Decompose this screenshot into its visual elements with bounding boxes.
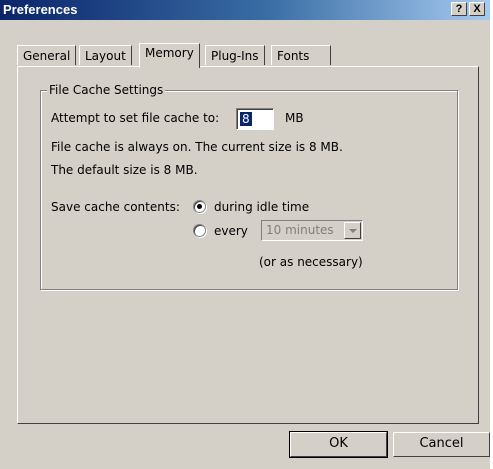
tab-memory[interactable]: Memory bbox=[139, 43, 200, 68]
help-button[interactable]: ? bbox=[451, 2, 467, 16]
window-title: Preferences bbox=[3, 2, 78, 17]
cancel-button[interactable]: Cancel bbox=[393, 432, 490, 457]
cache-info-line1: File cache is always on. The current siz… bbox=[51, 140, 343, 154]
chevron-down-icon bbox=[349, 229, 357, 233]
close-button[interactable]: X bbox=[469, 2, 485, 16]
tab-general[interactable]: General bbox=[17, 45, 77, 65]
dropdown-button[interactable] bbox=[344, 222, 361, 239]
radio-every[interactable] bbox=[193, 224, 206, 237]
save-cache-label: Save cache contents: bbox=[51, 200, 180, 214]
cache-size-value: 8 bbox=[240, 112, 252, 126]
radio-every-label[interactable]: every bbox=[214, 224, 248, 238]
cache-unit-label: MB bbox=[285, 111, 304, 125]
tab-plug-ins[interactable]: Plug-Ins bbox=[205, 45, 265, 65]
as-necessary-note: (or as necessary) bbox=[259, 255, 363, 269]
radio-idle-time-label[interactable]: during idle time bbox=[214, 200, 309, 214]
preferences-window: Preferences ? X General Layout Memory Pl… bbox=[0, 0, 490, 469]
interval-select[interactable]: 10 minutes bbox=[261, 220, 363, 241]
radio-idle-time[interactable] bbox=[193, 200, 206, 213]
group-title: File Cache Settings bbox=[47, 83, 166, 97]
title-bar[interactable]: Preferences ? X bbox=[0, 0, 490, 20]
radio-selected-dot bbox=[197, 204, 202, 209]
ok-button[interactable]: OK bbox=[289, 431, 388, 458]
memory-panel: File Cache Settings Attempt to set file … bbox=[17, 66, 479, 424]
tab-fonts[interactable]: Fonts bbox=[271, 45, 331, 65]
attempt-label: Attempt to set file cache to: bbox=[51, 111, 220, 125]
cache-size-input[interactable]: 8 bbox=[236, 108, 274, 130]
tab-layout[interactable]: Layout bbox=[79, 45, 132, 65]
cache-info-line2: The default size is 8 MB. bbox=[51, 163, 198, 177]
interval-value: 10 minutes bbox=[266, 223, 334, 237]
